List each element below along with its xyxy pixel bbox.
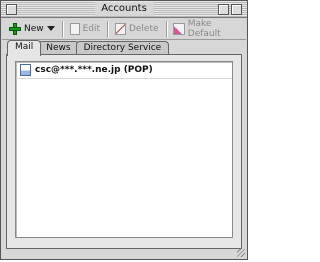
toolbar-divider [107, 20, 108, 37]
toolbar: New Edit Delete Make Default [2, 18, 246, 40]
document-edit-icon [69, 22, 80, 35]
tab-panel: csc@***.***.ne.jp (POP) [6, 54, 242, 249]
delete-icon [114, 22, 126, 35]
accounts-list[interactable]: csc@***.***.ne.jp (POP) [15, 61, 233, 238]
title-bar[interactable]: Accounts [1, 1, 247, 18]
new-button[interactable]: New [6, 20, 58, 38]
make-default-icon [173, 22, 185, 35]
tab-news[interactable]: News [38, 41, 79, 55]
zoom-box-icon[interactable] [218, 4, 229, 15]
tab-directory-service[interactable]: Directory Service [75, 41, 170, 55]
list-item[interactable]: csc@***.***.ne.jp (POP) [16, 62, 232, 79]
toolbar-divider [165, 20, 167, 37]
make-default-button[interactable]: Make Default [170, 18, 246, 39]
delete-button-label: Delete [128, 23, 159, 34]
mail-account-icon [20, 64, 31, 76]
collapse-box-icon[interactable] [231, 4, 242, 15]
account-type-tabs: Mail News Directory Service [7, 40, 170, 56]
chevron-down-icon [46, 26, 55, 31]
edit-button-label: Edit [82, 23, 101, 34]
resize-grip-icon[interactable] [237, 249, 245, 257]
accounts-window: Accounts New Edit Delete Make Default Ma… [0, 0, 248, 260]
toolbar-divider [61, 20, 63, 37]
new-button-label: New [24, 23, 44, 34]
plus-icon [9, 22, 21, 35]
make-default-button-label: Make Default [187, 18, 221, 39]
tab-mail[interactable]: Mail [7, 40, 42, 56]
close-box-icon[interactable] [6, 4, 17, 15]
window-title: Accounts [95, 2, 153, 16]
delete-button[interactable]: Delete [112, 20, 162, 38]
edit-button[interactable]: Edit [67, 20, 103, 38]
account-label: csc@***.***.ne.jp (POP) [35, 65, 153, 75]
